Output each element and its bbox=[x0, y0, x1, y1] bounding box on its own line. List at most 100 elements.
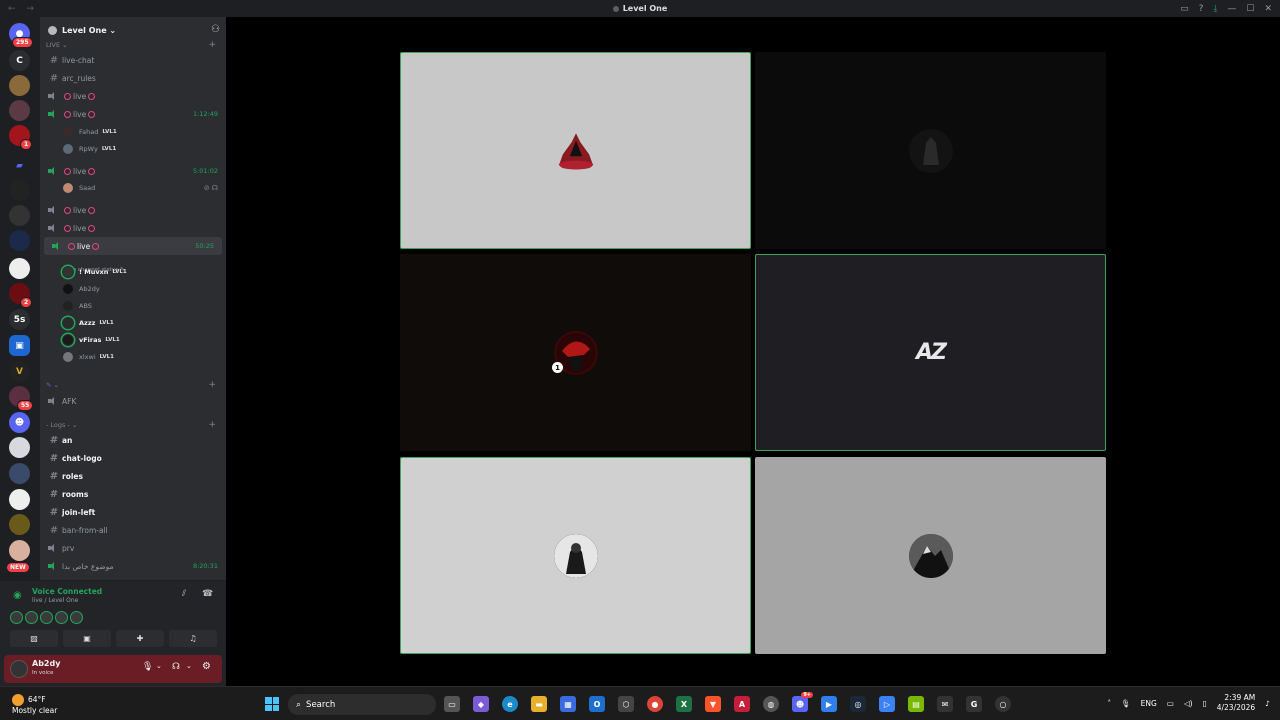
headphones-icon[interactable]: ☊ bbox=[172, 662, 180, 672]
voice-channel-3[interactable]: live 5:01:02 bbox=[40, 162, 226, 180]
voice-user[interactable]: Ab2dy bbox=[40, 280, 226, 297]
chevron-down-icon[interactable]: ⌄ bbox=[186, 662, 192, 670]
weather-widget[interactable]: 64°F Mostly clear bbox=[12, 694, 57, 716]
settings-gear-icon[interactable]: ⚙ bbox=[202, 661, 211, 672]
notification-bell-icon[interactable]: ♪ bbox=[1265, 699, 1270, 708]
battery-icon[interactable]: ▯ bbox=[1203, 699, 1207, 708]
add-member-icon[interactable]: ⚇ bbox=[211, 24, 220, 35]
voice-user[interactable]: RpWy LVL1 bbox=[40, 140, 226, 157]
chevron-down-icon[interactable]: ⌄ bbox=[156, 662, 162, 670]
channel-an[interactable]: # an bbox=[40, 431, 226, 449]
taskbar-search[interactable]: ⌕ Search bbox=[288, 694, 436, 715]
avatar[interactable] bbox=[55, 611, 68, 624]
app-icon[interactable]: ⬡ bbox=[618, 696, 634, 712]
server-icon[interactable]: ☻ bbox=[9, 412, 30, 433]
server-icon[interactable] bbox=[9, 100, 30, 121]
server-icon[interactable] bbox=[9, 489, 30, 510]
file-explorer-icon[interactable]: ▬ bbox=[531, 696, 547, 712]
server-icon[interactable] bbox=[9, 514, 30, 535]
add-channel-icon[interactable]: + bbox=[208, 40, 216, 50]
app-icon[interactable]: ○ bbox=[995, 696, 1011, 712]
voice-user[interactable]: ABS bbox=[40, 297, 226, 314]
channel-join-left[interactable]: # join-left bbox=[40, 503, 226, 521]
chevron-up-icon[interactable]: ˄ bbox=[1107, 699, 1111, 708]
signal-icon[interactable]: ◉ bbox=[13, 590, 22, 601]
avatar[interactable] bbox=[40, 611, 53, 624]
store-icon[interactable]: ▦ bbox=[560, 696, 576, 712]
voice-channel-2[interactable]: live 1:12:49 bbox=[40, 105, 226, 123]
language-indicator[interactable]: ENG bbox=[1141, 699, 1157, 708]
steam-icon[interactable]: ◎ bbox=[850, 696, 866, 712]
edge-icon[interactable]: e bbox=[502, 696, 518, 712]
voice-channel-5[interactable]: live bbox=[40, 219, 226, 237]
server-icon[interactable] bbox=[9, 230, 30, 251]
soundboard-button[interactable]: ♫ bbox=[169, 630, 217, 647]
microphone-icon[interactable]: 🎙 bbox=[1121, 699, 1131, 708]
voice-user[interactable]: ! Muvxn LVL1 bbox=[40, 263, 226, 280]
voice-channel-4[interactable]: live bbox=[40, 201, 226, 219]
minimize-button[interactable]: — bbox=[1227, 4, 1236, 14]
excel-icon[interactable]: X bbox=[676, 696, 692, 712]
username[interactable]: Ab2dy bbox=[32, 659, 60, 668]
avatar[interactable] bbox=[10, 660, 28, 678]
participant-tile[interactable]: AZ bbox=[755, 254, 1106, 451]
activities-button[interactable]: ✚ bbox=[116, 630, 164, 647]
clock[interactable]: 2:39 AM 4/23/2026 bbox=[1217, 693, 1255, 713]
server-icon[interactable] bbox=[9, 180, 30, 201]
server-icon[interactable]: ▣ bbox=[9, 335, 30, 356]
chrome-icon[interactable]: ● bbox=[647, 696, 663, 712]
voice-user[interactable]: vFiras LVL1 bbox=[40, 331, 226, 348]
download-icon[interactable]: ⤓ bbox=[1213, 4, 1217, 14]
app-icon[interactable]: ✉ bbox=[937, 696, 953, 712]
channel-chat-logo[interactable]: # chat-logo bbox=[40, 449, 226, 467]
nvidia-icon[interactable]: ▤ bbox=[908, 696, 924, 712]
server-icon[interactable] bbox=[9, 463, 30, 484]
copilot-icon[interactable]: ◆ bbox=[473, 696, 489, 712]
task-view-icon[interactable]: ▭ bbox=[444, 696, 460, 712]
maximize-button[interactable]: ☐ bbox=[1246, 4, 1254, 14]
channel-rooms[interactable]: # rooms bbox=[40, 485, 226, 503]
add-channel-icon[interactable]: + bbox=[208, 380, 216, 390]
noise-suppression-icon[interactable]: ⫽ bbox=[182, 589, 186, 599]
participant-tile[interactable] bbox=[755, 457, 1106, 654]
voice-user[interactable]: Azzz LVL1 bbox=[40, 314, 226, 331]
participant-tile[interactable] bbox=[755, 52, 1106, 249]
voice-location[interactable]: live / Level One bbox=[32, 597, 78, 604]
channel-roles[interactable]: # roles bbox=[40, 467, 226, 485]
voice-user[interactable]: Fahad LVL1 bbox=[40, 123, 226, 140]
folder-icon[interactable]: ▰ bbox=[9, 155, 30, 176]
app-icon[interactable]: A bbox=[734, 696, 750, 712]
avatar[interactable] bbox=[10, 611, 23, 624]
network-icon[interactable]: ▭ bbox=[1167, 699, 1174, 708]
app-icon[interactable]: ◍ bbox=[763, 696, 779, 712]
server-icon[interactable] bbox=[9, 437, 30, 458]
voice-user[interactable]: Saad ⊘ ☊ bbox=[40, 179, 226, 196]
voice-channel-arabic[interactable]: موضوع خاص بدا 8:20:31 bbox=[40, 557, 226, 575]
brave-icon[interactable]: ▼ bbox=[705, 696, 721, 712]
screen-share-button[interactable]: ▣ bbox=[63, 630, 111, 647]
server-icon[interactable] bbox=[9, 258, 30, 279]
start-button[interactable] bbox=[265, 697, 279, 711]
add-channel-icon[interactable]: + bbox=[208, 420, 216, 430]
participant-tile[interactable]: 1 bbox=[400, 254, 751, 451]
help-icon[interactable]: ? bbox=[1199, 4, 1204, 14]
participant-tile[interactable] bbox=[400, 457, 751, 654]
voice-channel-afk[interactable]: AFK bbox=[40, 392, 226, 410]
volume-icon[interactable]: ◁) bbox=[1184, 699, 1193, 708]
avatar[interactable] bbox=[25, 611, 38, 624]
disconnect-icon[interactable]: ☎ bbox=[202, 589, 213, 599]
voice-status[interactable]: Voice Connected bbox=[32, 587, 102, 596]
app-icon[interactable]: ▷ bbox=[879, 696, 895, 712]
microphone-icon[interactable]: 🎙 bbox=[142, 662, 153, 672]
server-icon[interactable]: V bbox=[9, 361, 30, 382]
server-5s[interactable]: 5s bbox=[9, 309, 30, 330]
voice-channel-6[interactable]: live 50:25 bbox=[44, 237, 222, 255]
participant-tile[interactable] bbox=[400, 52, 751, 249]
voice-channel-1[interactable]: live bbox=[40, 87, 226, 105]
close-button[interactable]: ✕ bbox=[1264, 4, 1272, 14]
app-icon[interactable]: G bbox=[966, 696, 982, 712]
server-c[interactable]: C bbox=[9, 50, 30, 71]
server-icon[interactable] bbox=[9, 540, 30, 561]
app-icon[interactable]: ▶ bbox=[821, 696, 837, 712]
outlook-icon[interactable]: O bbox=[589, 696, 605, 712]
